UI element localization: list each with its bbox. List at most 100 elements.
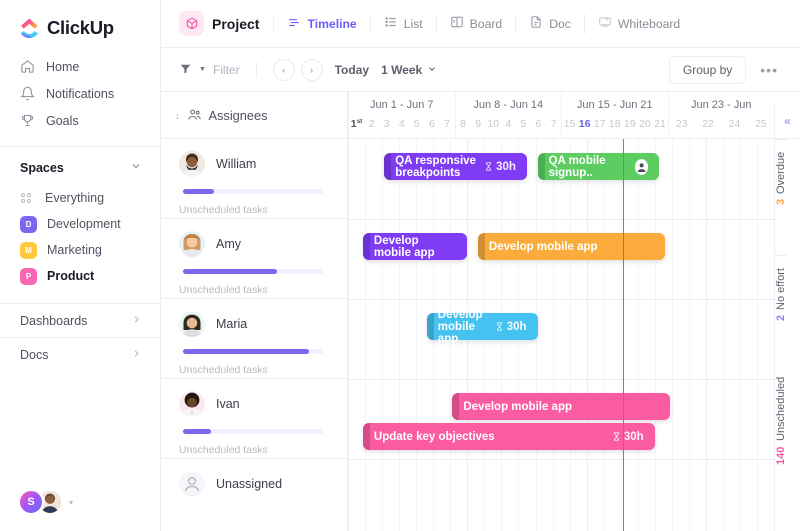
assignee-row[interactable]: Unassigned	[161, 459, 347, 531]
day-cell-7[interactable]: 7	[546, 118, 561, 138]
prev-period-button[interactable]: ‹	[272, 58, 295, 81]
week-label: Jun 8 - Jun 14	[454, 92, 562, 118]
brand-logo[interactable]: ClickUp	[0, 0, 160, 39]
grid-column	[348, 139, 365, 531]
sort-handle-icon[interactable]: ↕	[175, 111, 180, 121]
task-bar-assignee-avatar[interactable]	[634, 158, 648, 175]
day-cell-18[interactable]: 18	[607, 118, 622, 138]
avatar-william[interactable]	[179, 151, 205, 177]
unscheduled-tasks-label[interactable]: Unscheduled tasks	[179, 444, 347, 456]
task-bar[interactable]: Develop mobile app	[362, 233, 468, 260]
sidebar-item-development[interactable]: D Development	[0, 211, 160, 237]
tab-label: Board	[469, 16, 503, 31]
user-menu-caret-icon[interactable]: ▾	[69, 498, 73, 507]
sidebar-item-notifications[interactable]: Notifications	[0, 80, 160, 107]
tab-board[interactable]: Board	[437, 0, 516, 48]
day-cell-24[interactable]: 24	[721, 118, 747, 138]
grid-column	[740, 139, 757, 531]
avatar-unassigned[interactable]	[179, 471, 205, 497]
task-bar-drag-handle[interactable]	[362, 423, 370, 450]
sidebar-item-dashboards[interactable]: Dashboards	[0, 303, 160, 337]
task-bar[interactable]: Develop mobile app 30h	[426, 309, 538, 345]
tab-doc[interactable]: Doc	[516, 0, 584, 48]
day-cell-19[interactable]: 19	[622, 118, 637, 138]
sidebar-item-marketing[interactable]: M Marketing	[0, 237, 160, 263]
day-cell-1[interactable]: 1st	[349, 118, 364, 138]
day-cell-2[interactable]: 2	[364, 118, 379, 138]
day-cell-23[interactable]: 23	[669, 118, 695, 138]
project-title-group[interactable]: Project	[179, 11, 273, 36]
assignee-name: Ivan	[216, 397, 240, 411]
task-bar-drag-handle[interactable]	[384, 153, 392, 180]
sidebar-item-goals[interactable]: Goals	[0, 107, 160, 134]
filter-button[interactable]: ▼ Filter	[179, 62, 240, 78]
task-bar-drag-handle[interactable]	[537, 153, 545, 180]
day-cell-4[interactable]: 4	[394, 118, 409, 138]
task-bar[interactable]: Develop mobile app	[477, 233, 666, 260]
day-cell-20[interactable]: 20	[637, 118, 652, 138]
task-bar[interactable]: QA mobile signup..	[537, 153, 659, 180]
task-bar-drag-handle[interactable]	[477, 233, 485, 260]
next-period-button[interactable]: ›	[300, 58, 323, 81]
avatar-amy[interactable]	[179, 231, 205, 257]
task-bar-drag-handle[interactable]	[452, 393, 460, 420]
day-cell-16[interactable]: 16	[577, 118, 592, 138]
task-bar[interactable]: QA responsive breakpoints 30h	[384, 153, 527, 180]
task-bar-drag-handle[interactable]	[426, 313, 434, 340]
day-cell-9[interactable]: 9	[471, 118, 486, 138]
assignee-row[interactable]: Ivan Unscheduled tasks	[161, 379, 347, 459]
spaces-header[interactable]: Spaces	[0, 147, 160, 185]
day-cell-5[interactable]: 5	[516, 118, 531, 138]
task-bar-drag-handle[interactable]	[362, 233, 370, 260]
unscheduled-tasks-label[interactable]: Unscheduled tasks	[179, 364, 347, 376]
day-cell-25[interactable]: 25	[748, 118, 774, 138]
day-cell-15[interactable]: 15	[562, 118, 577, 138]
more-options-button[interactable]: •••	[746, 62, 786, 78]
chevron-down-icon	[427, 63, 437, 77]
day-cell-6[interactable]: 6	[531, 118, 546, 138]
unscheduled-tasks-label[interactable]: Unscheduled tasks	[179, 204, 347, 216]
day-cell-21[interactable]: 21	[652, 118, 667, 138]
task-bar[interactable]: Develop mobile app	[452, 393, 670, 420]
day-cell-10[interactable]: 10	[486, 118, 501, 138]
day-cell-5[interactable]: 5	[409, 118, 424, 138]
chevron-right-icon	[131, 314, 142, 328]
rail-section-no-effort[interactable]: 2 No effort	[775, 255, 787, 365]
sidebar-item-everything[interactable]: Everything	[0, 185, 160, 211]
avatar-ivan[interactable]	[179, 391, 205, 417]
task-bar[interactable]: Update key objectives 30h	[362, 423, 655, 450]
rail-section-overdue[interactable]: 3 Overdue	[775, 139, 787, 255]
tab-list[interactable]: List	[371, 0, 436, 48]
today-button[interactable]: Today	[335, 63, 369, 77]
collapse-rail-button[interactable]: «	[775, 104, 800, 139]
sidebar-item-label: Dashboards	[20, 313, 88, 328]
task-bar-title: Develop mobile app	[373, 234, 435, 259]
assignee-row[interactable]: Amy Unscheduled tasks	[161, 219, 347, 299]
sidebar-item-docs[interactable]: Docs	[0, 337, 160, 371]
assignees-column-header[interactable]: ↕ Assignees	[161, 92, 348, 139]
day-cell-22[interactable]: 22	[695, 118, 721, 138]
day-cell-8[interactable]: 8	[456, 118, 471, 138]
week-labels-row: Jun 1 - Jun 7 Jun 8 - Jun 14 Jun 15 - Ju…	[348, 92, 774, 118]
assignee-row[interactable]: Maria Unscheduled tasks	[161, 299, 347, 379]
day-cell-4[interactable]: 4	[501, 118, 516, 138]
day-cell-17[interactable]: 17	[592, 118, 607, 138]
rail-section-unscheduled[interactable]: 140 Unscheduled	[775, 365, 787, 505]
range-selector[interactable]: 1 Week	[381, 63, 437, 77]
filter-label: Filter	[212, 62, 240, 77]
unscheduled-tasks-label[interactable]: Unscheduled tasks	[179, 284, 347, 296]
avatar-current-user[interactable]: S	[18, 489, 44, 515]
tab-timeline[interactable]: Timeline	[274, 0, 369, 48]
sidebar-item-product[interactable]: P Product	[0, 263, 160, 289]
assignee-row[interactable]: William Unscheduled tasks	[161, 139, 347, 219]
day-cell-6[interactable]: 6	[424, 118, 439, 138]
day-cell-7[interactable]: 7	[439, 118, 454, 138]
avatar-maria[interactable]	[179, 311, 205, 337]
day-cell-3[interactable]: 3	[379, 118, 394, 138]
sidebar-item-home[interactable]: Home	[0, 53, 160, 80]
task-bar-hours-value: 30h	[623, 430, 644, 443]
home-icon	[20, 59, 35, 74]
chevron-down-icon[interactable]	[130, 159, 142, 177]
tab-whiteboard[interactable]: Whiteboard	[585, 0, 693, 48]
group-by-button[interactable]: Group by	[668, 55, 747, 84]
